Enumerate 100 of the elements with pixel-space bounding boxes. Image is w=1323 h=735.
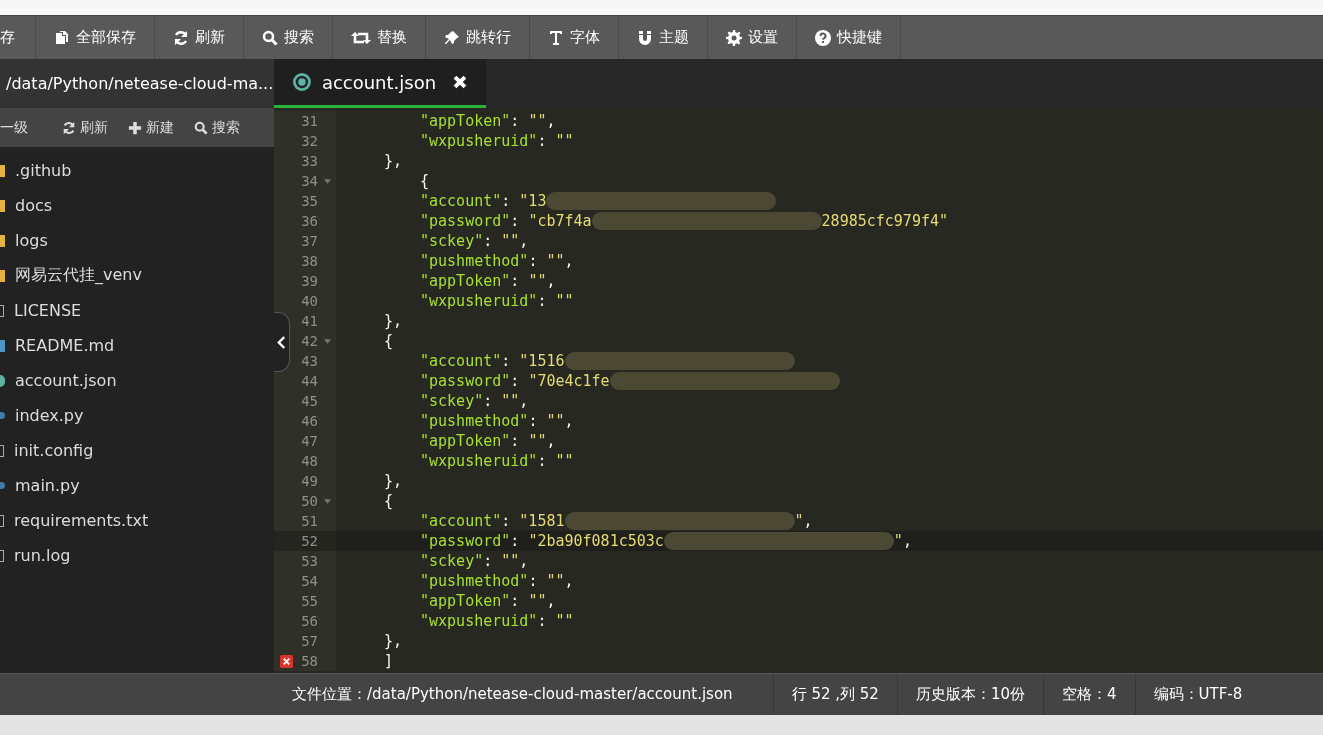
code-key: "sckey" bbox=[420, 391, 484, 411]
sidebar-action-button[interactable]: 搜索 bbox=[182, 118, 248, 137]
line-number: 53 bbox=[301, 553, 318, 569]
code-key: "sckey" bbox=[420, 551, 484, 571]
code-string: "" bbox=[501, 551, 520, 571]
code-punctuation: { bbox=[420, 171, 430, 191]
fold-arrow-icon[interactable] bbox=[323, 178, 331, 184]
line-number: 49 bbox=[301, 473, 318, 489]
toolbar-button[interactable]: 存 bbox=[0, 16, 36, 59]
python-icon bbox=[0, 412, 5, 419]
fold-arrow-icon[interactable] bbox=[323, 498, 331, 504]
repeat-icon bbox=[351, 30, 371, 45]
code-punctuation: { bbox=[384, 331, 394, 351]
code-punctuation: : bbox=[510, 271, 521, 291]
search-icon bbox=[194, 120, 208, 135]
file-icon bbox=[0, 549, 4, 562]
line-number: 56 bbox=[301, 613, 318, 629]
help-icon bbox=[815, 29, 831, 46]
code-punctuation: : bbox=[501, 351, 512, 371]
line-number: 50 bbox=[301, 493, 318, 509]
code-string: "" bbox=[555, 131, 574, 151]
code-key: "sckey" bbox=[420, 231, 484, 251]
line-number: 38 bbox=[301, 253, 318, 269]
file-icon bbox=[0, 304, 4, 317]
file-tree-item[interactable]: index.py bbox=[0, 398, 274, 433]
line-number: 33 bbox=[301, 153, 318, 169]
code-key: "wxpusheruid" bbox=[420, 291, 538, 311]
code-punctuation: : bbox=[528, 251, 539, 271]
file-tree-item[interactable]: account.json bbox=[0, 363, 274, 398]
code-key: "pushmethod" bbox=[420, 411, 529, 431]
sidebar-action-button[interactable]: 一级 bbox=[0, 118, 36, 137]
line-number: 51 bbox=[301, 513, 318, 529]
code-punctuation: : bbox=[528, 411, 539, 431]
code-punctuation: , bbox=[546, 271, 556, 291]
code-string: "" bbox=[528, 431, 547, 451]
close-icon[interactable] bbox=[452, 74, 468, 90]
line-number: 48 bbox=[301, 453, 318, 469]
code-string: "" bbox=[546, 571, 565, 591]
code-string: "2ba90f081c503c bbox=[528, 531, 664, 551]
line-number: 45 bbox=[301, 393, 318, 409]
code-string: "" bbox=[555, 291, 574, 311]
line-number: 46 bbox=[301, 413, 318, 429]
files-icon bbox=[54, 29, 70, 46]
code-key: "wxpusheruid" bbox=[420, 611, 538, 631]
file-tree-item[interactable]: run.log bbox=[0, 538, 274, 573]
line-number: 43 bbox=[301, 353, 318, 369]
file-tree-item[interactable]: requirements.txt bbox=[0, 503, 274, 538]
collapse-sidebar-button[interactable] bbox=[274, 312, 290, 372]
file-tree-item[interactable]: README.md bbox=[0, 328, 274, 363]
code-key: "password" bbox=[420, 531, 511, 551]
code-string: "13 bbox=[519, 191, 547, 211]
refresh-icon bbox=[62, 120, 76, 135]
code-punctuation: , bbox=[564, 411, 574, 431]
line-number: 41 bbox=[301, 313, 318, 329]
code-punctuation: : bbox=[510, 531, 521, 551]
code-key: "password" bbox=[420, 211, 511, 231]
code-string: " bbox=[893, 531, 903, 551]
file-tree-item[interactable]: main.py bbox=[0, 468, 274, 503]
code-punctuation: : bbox=[537, 611, 548, 631]
line-number: 55 bbox=[301, 593, 318, 609]
code-string: " bbox=[794, 511, 804, 531]
file-tree-item[interactable]: .github bbox=[0, 153, 274, 188]
line-number: 31 bbox=[301, 113, 318, 129]
file-tree-item[interactable]: LICENSE bbox=[0, 293, 274, 328]
markdown-icon bbox=[0, 339, 5, 352]
line-number: 35 bbox=[301, 193, 318, 209]
code-string: "" bbox=[501, 231, 520, 251]
code-string: "1516 bbox=[519, 351, 565, 371]
code-key: "account" bbox=[420, 351, 502, 371]
folder-icon bbox=[0, 234, 5, 247]
code-punctuation: , bbox=[519, 551, 529, 571]
sidebar-action-button[interactable]: 新建 bbox=[116, 118, 182, 137]
json-icon bbox=[292, 72, 312, 92]
code-punctuation: : bbox=[537, 451, 548, 471]
sidebar-action-button[interactable]: 刷新 bbox=[50, 118, 116, 137]
fold-arrow-icon[interactable] bbox=[323, 338, 331, 344]
file-tree-item[interactable]: logs bbox=[0, 223, 274, 258]
code-punctuation: : bbox=[483, 551, 494, 571]
code-string: 28985cfc979f4" bbox=[821, 211, 949, 231]
code-punctuation: : bbox=[483, 391, 494, 411]
code-punctuation: : bbox=[501, 191, 512, 211]
file-tab[interactable]: account.json bbox=[274, 59, 486, 108]
search-icon bbox=[262, 29, 278, 46]
code-punctuation: { bbox=[384, 491, 394, 511]
file-tree-item[interactable]: init.config bbox=[0, 433, 274, 468]
file-tree-item[interactable]: 网易云代挂_venv bbox=[0, 258, 274, 293]
code-punctuation: ] bbox=[384, 651, 394, 671]
line-number: 54 bbox=[301, 573, 318, 589]
line-number: 52 bbox=[301, 533, 318, 549]
code-punctuation: , bbox=[519, 391, 529, 411]
code-punctuation: : bbox=[510, 211, 521, 231]
code-punctuation: : bbox=[510, 371, 521, 391]
code-key: "wxpusheruid" bbox=[420, 131, 538, 151]
file-tree-item[interactable]: docs bbox=[0, 188, 274, 223]
line-number: 42 bbox=[301, 333, 318, 349]
folder-icon bbox=[0, 199, 5, 212]
code-punctuation: : bbox=[501, 511, 512, 531]
line-number: 36 bbox=[301, 213, 318, 229]
line-number: 47 bbox=[301, 433, 318, 449]
magnet-icon bbox=[637, 29, 653, 46]
